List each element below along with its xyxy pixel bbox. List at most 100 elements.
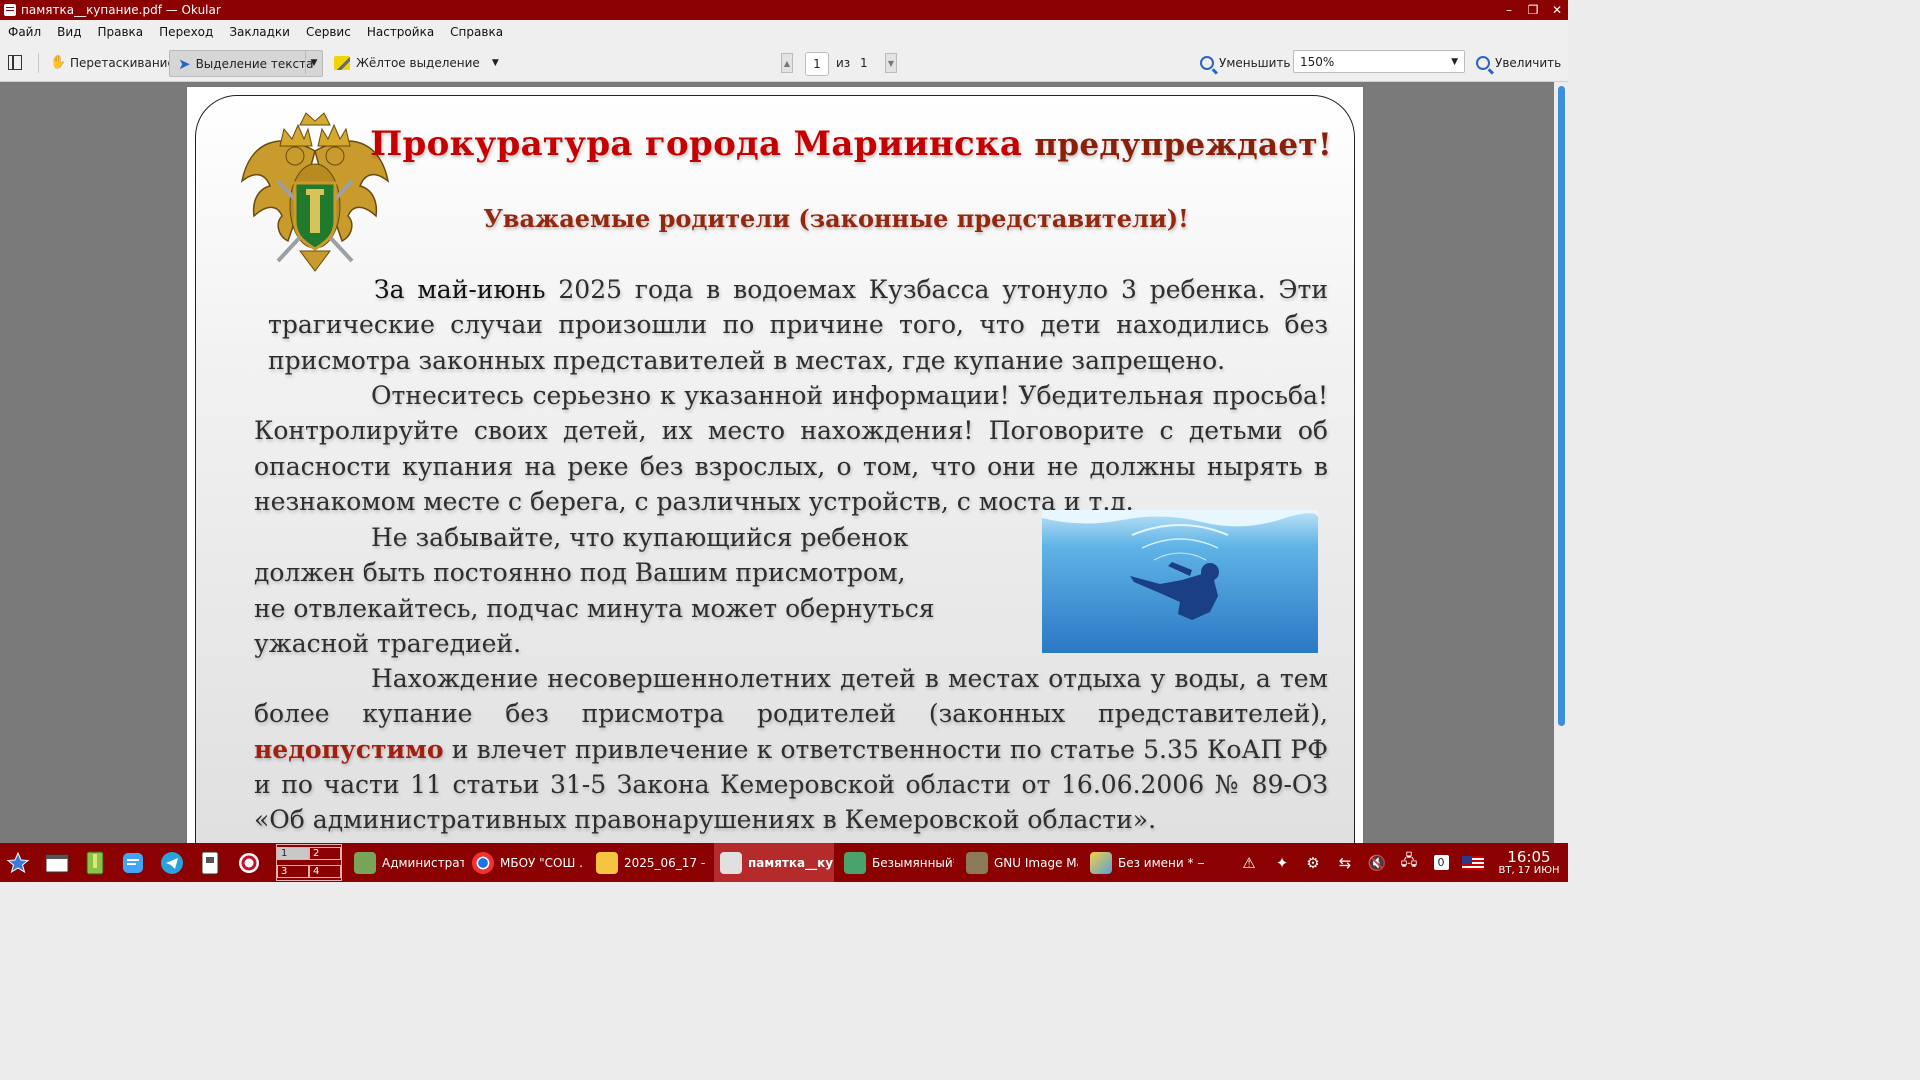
zoom-level-select[interactable]: 150% ▼ (1293, 50, 1465, 73)
task-chrome[interactable]: МБОУ "СОШ ... (466, 843, 582, 882)
chevron-down-icon[interactable]: ▼ (305, 51, 322, 74)
paragraph-line: должен быть постоянно под Вашим присмотр… (254, 558, 906, 588)
scrollbar-thumb[interactable] (1558, 86, 1565, 726)
menu-help[interactable]: Справка (442, 25, 511, 39)
cursor-icon: ➤ (178, 54, 191, 73)
task-folder[interactable]: 2025_06_17 - ... (590, 843, 708, 882)
task-label: памятка__куп... (748, 855, 834, 870)
virtual-desktop-pager[interactable]: 1 2 3 4 (276, 844, 342, 881)
chevron-up-icon: ▲ (783, 58, 791, 68)
task-image-editor[interactable]: Безымянный* ... (838, 843, 954, 882)
yandex-browser-launcher[interactable] (231, 843, 267, 882)
start-menu-button[interactable] (0, 843, 36, 882)
menu-bookmarks[interactable]: Закладки (221, 25, 298, 39)
page-total-label: 1 (860, 55, 868, 70)
zoom-in-label: Увеличить (1495, 55, 1562, 70)
pdf-page: Прокуратура города Мариинска предупрежда… (186, 86, 1364, 843)
text-selection-label: Выделение текста (195, 56, 314, 71)
task-label: Безымянный* ... (872, 855, 954, 870)
document-headline: Прокуратура города Мариинска предупрежда… (196, 124, 1386, 164)
desktop-1[interactable]: 1 (277, 847, 309, 861)
notification-counter[interactable]: 0 (1430, 843, 1452, 882)
paragraph-legal-responsibility: Нахождение несовершеннолетних детей в ме… (254, 661, 1328, 837)
network-tray-icon[interactable]: 🖧 (1398, 843, 1420, 882)
taskbar: 1 2 3 4 Администрат... МБОУ "СОШ ... 202… (0, 843, 1568, 882)
desktop-2[interactable]: 2 (309, 847, 341, 861)
zoom-out-icon (1200, 55, 1214, 70)
zoom-in-button[interactable]: Увеличить (1476, 50, 1561, 75)
system-clock[interactable]: 16:05 ВТ, 17 ИЮН (1494, 843, 1564, 882)
chevron-down-icon: ▼ (887, 58, 895, 68)
usb-tray-icon[interactable]: ⇆ (1334, 843, 1356, 882)
task-admin[interactable]: Администрат... (348, 843, 464, 882)
desktop-4[interactable]: 4 (309, 864, 341, 878)
task-label: Администрат... (382, 855, 464, 870)
task-label: 2025_06_17 - ... (624, 855, 708, 870)
text-selection-tool-button[interactable]: ➤ Выделение текста ▼ (169, 50, 323, 77)
task-okular[interactable]: памятка__куп... (714, 843, 834, 882)
paragraph-body: Нахождение несовершеннолетних детей в ме… (254, 664, 1328, 729)
document-launcher[interactable] (192, 843, 228, 882)
settings-tray-icon[interactable]: ⚙ (1302, 843, 1324, 882)
drowning-child-illustration (1042, 510, 1318, 653)
vertical-scrollbar[interactable] (1554, 82, 1568, 843)
yellow-highlight-label: Жёлтое выделение (356, 55, 480, 70)
headline-warns: предупреждает! (1034, 127, 1332, 163)
menu-edit[interactable]: Правка (89, 25, 151, 39)
keyboard-layout-flag-icon[interactable] (1462, 843, 1484, 882)
document-viewer[interactable]: Прокуратура города Мариинска предупрежда… (0, 82, 1568, 843)
archive-launcher[interactable] (77, 843, 113, 882)
okular-icon (720, 851, 742, 874)
window-manager-icon (45, 854, 69, 872)
pdf-file-icon (4, 4, 16, 16)
paragraph-line: Не забывайте, что купающийся ребенок (371, 523, 909, 552)
menu-bar: Файл Вид Правка Переход Закладки Сервис … (0, 20, 1568, 44)
us-flag-icon (1462, 855, 1484, 870)
file-manager-launcher[interactable] (39, 843, 75, 882)
paragraph-lead: За май-июнь (374, 275, 546, 304)
admin-icon (354, 851, 376, 874)
headline-prosecutor: Прокуратура города Мариинска (370, 124, 1023, 164)
telegram-launcher[interactable] (154, 843, 190, 882)
window-title: памятка__купание.pdf — Okular (21, 3, 221, 17)
clock-date: ВТ, 17 ИЮН (1498, 864, 1560, 876)
page-number-input[interactable]: 1 (805, 52, 829, 76)
browse-tool-button[interactable]: ✋ Перетаскивание (46, 50, 179, 75)
browser-icon (239, 852, 259, 873)
warning-tray-icon[interactable]: ⚠ (1238, 843, 1260, 882)
browse-tool-label: Перетаскивание (70, 55, 175, 70)
desktop-3[interactable]: 3 (277, 864, 309, 878)
sidebar-toggle-button[interactable] (8, 50, 28, 75)
folder-icon (596, 851, 618, 874)
menu-go[interactable]: Переход (151, 25, 221, 39)
paragraph-request: Отнеситесь серьезно к указанной информац… (254, 381, 1328, 516)
close-button[interactable]: ✕ (1550, 0, 1564, 20)
window-titlebar: памятка__купание.pdf — Okular – ❐ ✕ (0, 0, 1568, 20)
document-subheadline: Уважаемые родители (законные представите… (483, 204, 1189, 233)
menu-view[interactable]: Вид (49, 25, 89, 39)
chevron-down-icon[interactable]: ▼ (492, 58, 499, 68)
page-of-label: из (836, 55, 851, 70)
messenger-launcher[interactable] (115, 843, 151, 882)
minimize-button[interactable]: – (1502, 0, 1516, 20)
zoom-out-button[interactable]: Уменьшить (1200, 50, 1291, 75)
menu-settings[interactable]: Настройка (359, 25, 442, 39)
previous-page-button[interactable]: ▲ (781, 53, 793, 73)
maximize-button[interactable]: ❐ (1526, 0, 1540, 20)
text-editor-icon (1090, 851, 1112, 874)
clock-time: 16:05 (1507, 847, 1551, 866)
yellow-highlight-button[interactable]: Жёлтое выделение ▼ (330, 50, 503, 75)
task-label: Без имени * — ... (1118, 855, 1204, 870)
updater-tray-icon[interactable]: ✦ (1271, 843, 1293, 882)
toolbar-separator (38, 53, 39, 73)
hand-icon: ✋ (50, 54, 67, 70)
menu-tools[interactable]: Сервис (298, 25, 359, 39)
task-text-editor[interactable]: Без имени * — ... (1084, 843, 1204, 882)
zoom-out-label: Уменьшить (1219, 55, 1291, 70)
task-gimp[interactable]: GNU Image Ma... (960, 843, 1078, 882)
main-toolbar: ✋ Перетаскивание ➤ Выделение текста ▼ Жё… (0, 44, 1568, 82)
paragraph-supervision: Не забывайте, что купающийся ребенок дол… (254, 520, 944, 661)
menu-file[interactable]: Файл (0, 25, 49, 39)
volume-muted-icon[interactable]: 🔇 (1366, 843, 1388, 882)
next-page-button[interactable]: ▼ (885, 53, 897, 73)
